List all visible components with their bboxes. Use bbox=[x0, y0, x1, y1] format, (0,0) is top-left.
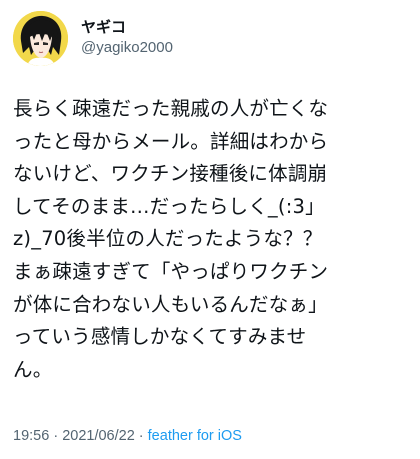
tweet-text-line: してそのまま…だったらしく_(:3」 bbox=[13, 194, 325, 218]
tweet-text-line: 長らく疎遠だった親戚の人が亡くな bbox=[13, 97, 329, 120]
meta-separator: · bbox=[134, 428, 148, 444]
avatar-illustration-icon bbox=[13, 10, 68, 66]
tweet-text-line: まぁ疎遠すぎて「やっぱりワクチン bbox=[13, 259, 329, 283]
tweet-meta: 19:56 · 2021/06/22 · feather for iOS bbox=[13, 426, 242, 446]
tweet-text-line: が体に合わない人もいるんだなぁ」 bbox=[13, 292, 328, 316]
tweet-text-line: z)_70後半位の人だったような？？ bbox=[13, 227, 323, 251]
tweet-text-line: ったと母からメール。詳細はわから bbox=[13, 129, 329, 153]
tweet-text-line: ん。 bbox=[13, 357, 53, 381]
display-name[interactable]: ヤギコ bbox=[81, 17, 173, 37]
tweet-header: ヤギコ @yagiko2000 bbox=[13, 10, 173, 66]
tweet-card: ヤギコ @yagiko2000 長らく疎遠だった親戚の人が亡くな ったと母からメ… bbox=[0, 0, 420, 459]
user-names: ヤギコ @yagiko2000 bbox=[81, 17, 173, 59]
tweet-text-line: ないけど、ワクチン接種後に体調崩 bbox=[13, 162, 328, 186]
tweet-text: 長らく疎遠だった親戚の人が亡くな ったと母からメール。詳細はわから ないけど、ワ… bbox=[13, 93, 409, 386]
user-handle[interactable]: @yagiko2000 bbox=[81, 37, 173, 59]
tweet-text-line: っていう感情しかなくてすみませ bbox=[13, 325, 307, 349]
tweet-date[interactable]: 2021/06/22 bbox=[62, 428, 135, 444]
tweet-time[interactable]: 19:56 bbox=[13, 428, 49, 444]
tweet-source-link[interactable]: feather for iOS bbox=[148, 428, 242, 444]
avatar[interactable] bbox=[13, 10, 68, 66]
meta-separator: · bbox=[49, 428, 63, 444]
